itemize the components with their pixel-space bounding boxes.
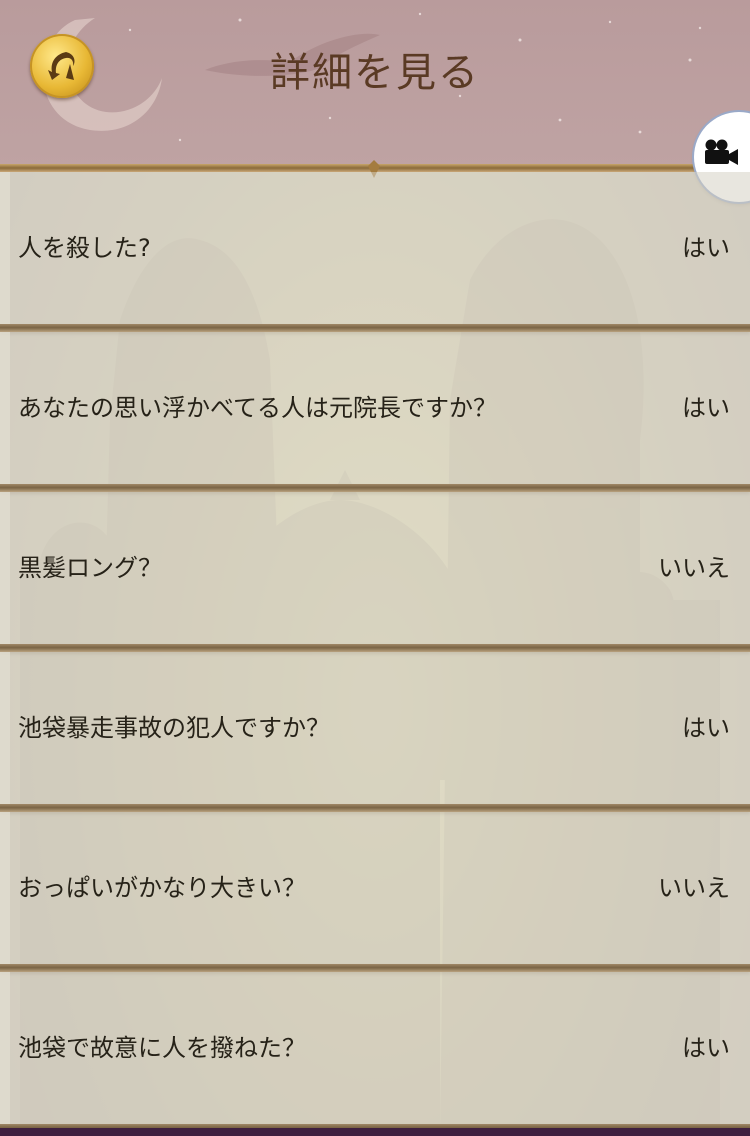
- row-divider: [0, 484, 750, 492]
- list-item: 池袋で故意に人を撥ねた？ はい: [0, 972, 750, 1124]
- list-item: おっぱいがかなり大きい？ いいえ: [0, 812, 750, 964]
- question-text: おっぱいがかなり大きい？: [18, 874, 306, 902]
- row-divider: [0, 644, 750, 652]
- list-item: あなたの思い浮かべてる人は元院長ですか？ はい: [0, 332, 750, 484]
- qa-list: 人を殺した? はい あなたの思い浮かべてる人は元院長ですか？ はい 黒髪ロング？…: [0, 172, 750, 1132]
- row-divider: [0, 964, 750, 972]
- answer-text: はい: [682, 1034, 730, 1062]
- list-item: 黒髪ロング？ いいえ: [0, 492, 750, 644]
- question-text: 池袋で故意に人を撥ねた？: [18, 1034, 306, 1062]
- row-divider: [0, 804, 750, 812]
- answer-text: いいえ: [658, 554, 730, 582]
- question-text: 池袋暴走事故の犯人ですか？: [18, 714, 330, 742]
- question-text: 人を殺した?: [18, 234, 151, 262]
- question-text: 黒髪ロング？: [18, 554, 162, 582]
- video-camera-icon: [705, 139, 738, 165]
- answer-text: いいえ: [658, 874, 730, 902]
- answer-text: はい: [682, 394, 730, 422]
- answer-text: はい: [682, 714, 730, 742]
- bottom-bar: [0, 1128, 750, 1136]
- answer-text: はい: [682, 234, 730, 262]
- row-divider: [0, 324, 750, 332]
- list-item: 人を殺した? はい: [0, 172, 750, 324]
- question-text: あなたの思い浮かべてる人は元院長ですか？: [18, 394, 498, 422]
- page-title: 詳細を見る: [270, 50, 480, 96]
- header-bar: 詳細を見る: [0, 0, 750, 168]
- list-item: 池袋暴走事故の犯人ですか？ はい: [0, 652, 750, 804]
